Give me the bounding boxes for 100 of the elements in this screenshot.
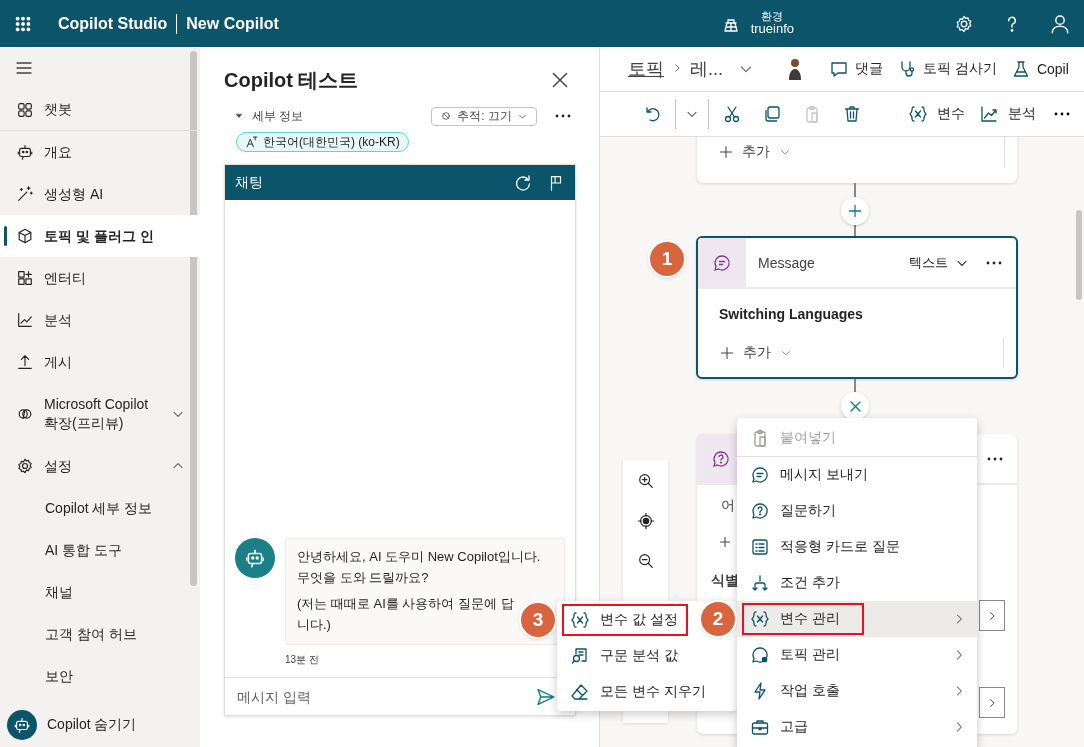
settings-icon [954, 13, 974, 34]
menu-item[interactable]: 조건 추가 [737, 565, 977, 601]
add-button[interactable]: 추가 [719, 344, 793, 362]
add-step-button[interactable] [841, 197, 869, 225]
menu-item[interactable]: 적응형 카드로 질문 [737, 529, 977, 565]
scrollbar[interactable] [1076, 210, 1082, 300]
menu-item[interactable]: 고급 [737, 709, 977, 745]
zoom-out-button[interactable] [636, 552, 655, 570]
step-badge: 2 [701, 602, 735, 636]
more-icon [987, 456, 1003, 461]
nav-item[interactable]: 엔터티 [0, 257, 200, 299]
menu-item[interactable]: 변수 관리 [737, 601, 977, 637]
nav-item[interactable]: 게시 [0, 341, 200, 383]
toolbar-action[interactable]: Copil [1010, 59, 1069, 79]
scissors-icon [722, 104, 742, 124]
nav-item[interactable]: 설정 [0, 445, 200, 487]
braces-icon [750, 609, 770, 629]
field-label: 식별 [711, 572, 739, 590]
message-text: Switching Languages [719, 306, 864, 322]
list-card-icon [750, 537, 770, 557]
braces-icon [908, 104, 928, 124]
zoom-in-button[interactable] [636, 472, 655, 490]
app-name: Copilot Studio [57, 14, 168, 33]
plus-icon [718, 144, 734, 160]
question-text: 어 [721, 497, 735, 515]
menu-item[interactable]: 토픽 관리 [737, 637, 977, 673]
grid-icon [16, 100, 34, 119]
branch-icon [750, 573, 770, 593]
nav-item[interactable]: 챗봇 [0, 89, 200, 131]
environment-name: trueinfo [750, 22, 794, 38]
menu-item[interactable]: 질문하기 [737, 493, 977, 529]
menu-item[interactable]: 모든 변수 지우기 [557, 674, 737, 710]
plus-icon [847, 203, 863, 219]
nav-item[interactable]: 채널 [0, 571, 200, 613]
more-icon [555, 114, 571, 118]
chat-title: 채팅 [235, 173, 264, 192]
breadcrumb-link[interactable]: 토픽 [628, 57, 664, 81]
step-badge: 3 [521, 603, 555, 637]
copilot-avatar-icon [7, 710, 37, 740]
nav-item[interactable]: Microsoft Copilot 확장(프리뷰) [0, 383, 200, 445]
waffle-icon [14, 14, 32, 33]
chart-icon [979, 104, 999, 124]
more-button[interactable] [1054, 112, 1070, 116]
environment-button[interactable]: 환경 trueinfo [714, 0, 800, 47]
menu-item[interactable]: 작업 호출 [737, 673, 977, 709]
wand-icon [16, 185, 34, 203]
question-icon [750, 501, 770, 521]
add-button[interactable]: 추가 [718, 143, 792, 161]
person-icon [1049, 12, 1071, 35]
menu-item[interactable]: 메시지 보내기 [737, 457, 977, 493]
chat-bubble-icon [750, 465, 770, 485]
zoom-out-icon [636, 552, 655, 570]
format-dropdown[interactable]: 텍스트 [909, 253, 970, 272]
message-input[interactable]: 메시지 입력 [235, 687, 537, 706]
nav-item[interactable]: Copilot 세부 정보 [0, 487, 200, 529]
caret-icon [234, 111, 244, 121]
toolbar-action[interactable]: 분석 [979, 104, 1036, 124]
details-toggle[interactable]: 세부 정보 [224, 107, 304, 125]
eraser-icon [570, 682, 590, 702]
menu-item[interactable]: 구문 분석 값 [557, 638, 737, 674]
nav-item[interactable]: 개요 [0, 131, 200, 173]
nav-item[interactable]: 보안 [0, 655, 200, 697]
panel-title: Copilot 테스트 [224, 67, 359, 93]
chevron-button[interactable] [979, 600, 1005, 631]
robot-icon [16, 143, 34, 161]
shapes-icon [16, 269, 34, 287]
more-icon [1054, 112, 1070, 116]
trash-icon [842, 104, 862, 124]
nav-item[interactable]: 고객 참여 허브 [0, 613, 200, 655]
upload-icon [16, 353, 34, 371]
environment-label: 환경 [760, 9, 785, 23]
toolbar-action[interactable]: 댓글 [829, 59, 883, 79]
trace-dropdown[interactable]: 추적: 끄기 [431, 106, 537, 126]
toolbar-action[interactable]: 토픽 검사기 [897, 59, 997, 79]
target-icon [636, 512, 655, 530]
recenter-button[interactable] [636, 512, 655, 530]
plus-icon [719, 345, 735, 361]
project-name: New Copilot [186, 14, 279, 33]
language-chip: 한국어(대한민국) (ko-KR) [236, 132, 409, 152]
chart-icon [16, 311, 34, 329]
chevron-button[interactable] [979, 687, 1005, 718]
toolbar-action[interactable]: 변수 [908, 104, 965, 124]
zoom-in-icon [636, 472, 655, 490]
braces-icon [570, 610, 590, 630]
send-icon [537, 688, 555, 705]
node-title: Message [758, 254, 816, 271]
nav-item[interactable]: AI 통합 도구 [0, 529, 200, 571]
send-button[interactable] [537, 688, 555, 705]
chat-bubble-icon [750, 645, 770, 665]
nav-item[interactable]: 토픽 및 플러그 인 [0, 215, 200, 257]
nav-item[interactable]: 생성형 AI [0, 173, 200, 215]
close-button[interactable] [841, 392, 869, 420]
comment-icon [829, 59, 849, 79]
breadcrumb-link[interactable]: 레... [690, 57, 723, 81]
scrollbar[interactable] [190, 51, 197, 586]
highlight-frame: 변수 값 설정 [562, 604, 688, 636]
hide-copilot-button[interactable]: Copilot 숨기기 [0, 703, 200, 747]
nav-item[interactable]: 분석 [0, 299, 200, 341]
step-badge: 1 [650, 242, 684, 276]
settings-icon [16, 457, 34, 475]
